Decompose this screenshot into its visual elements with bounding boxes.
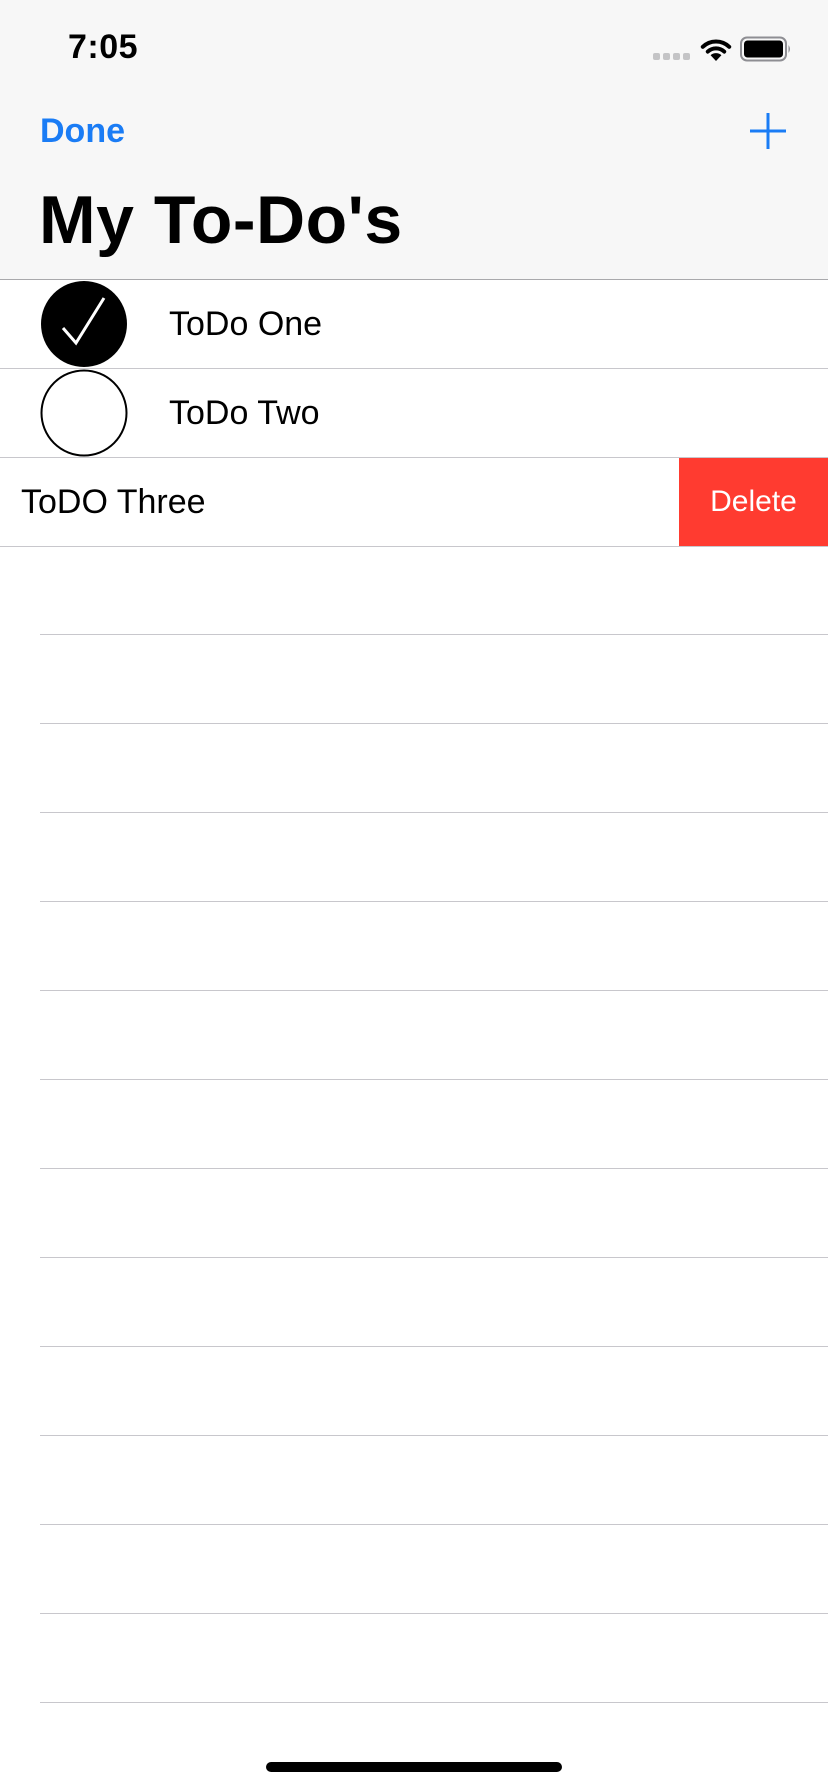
navigation-header: 7:05 Done My To-Do's	[0, 0, 828, 280]
status-time: 7:05	[68, 28, 139, 66]
todo-row-swiped[interactable]: ToDO Three Delete	[0, 458, 828, 547]
page-title: My To-Do's	[39, 182, 403, 258]
todo-label: ToDO Three	[21, 483, 206, 521]
row-separator	[40, 1524, 828, 1525]
todo-label: ToDo Two	[169, 394, 320, 432]
row-separator	[40, 1702, 828, 1703]
row-separator	[40, 1168, 828, 1169]
row-separator	[40, 1435, 828, 1436]
row-separator	[40, 812, 828, 813]
row-separator	[40, 723, 828, 724]
delete-button[interactable]: Delete	[679, 458, 828, 546]
plus-icon[interactable]	[748, 111, 788, 151]
screen: 7:05 Done My To-Do's ToDo One ToDo Two T…	[0, 0, 828, 1792]
row-separator	[40, 1257, 828, 1258]
battery-icon	[740, 36, 790, 62]
row-separator	[40, 901, 828, 902]
todo-row[interactable]: ToDo One	[0, 280, 828, 369]
todo-row[interactable]: ToDo Two	[0, 369, 828, 458]
row-separator	[40, 634, 828, 635]
row-separator	[40, 990, 828, 991]
checked-circle-icon[interactable]	[40, 280, 128, 368]
unchecked-circle-icon[interactable]	[40, 369, 128, 457]
todo-list: ToDo One ToDo Two ToDO Three Delete	[0, 280, 828, 547]
wifi-icon	[700, 39, 732, 61]
row-separator	[40, 1079, 828, 1080]
row-separator	[40, 1613, 828, 1614]
cellular-signal-icon	[653, 53, 690, 60]
todo-label: ToDo One	[169, 305, 323, 343]
row-separator	[40, 1346, 828, 1347]
home-indicator	[266, 1762, 562, 1772]
done-button[interactable]: Done	[40, 112, 125, 151]
